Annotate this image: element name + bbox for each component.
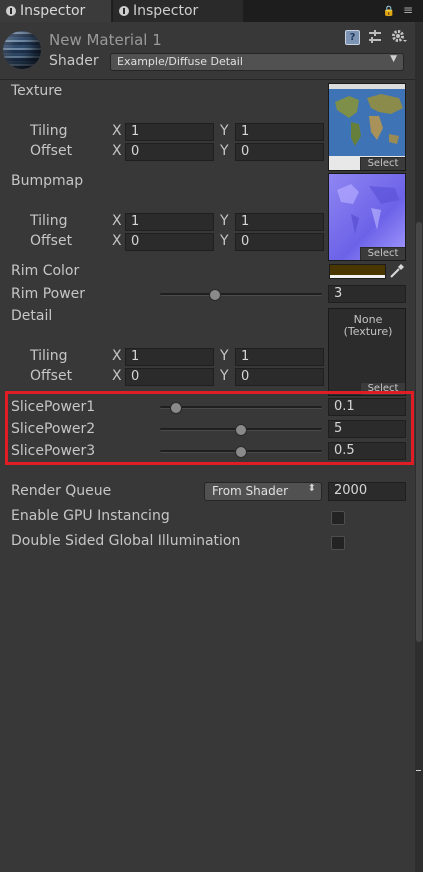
texture-select-button[interactable]: Select bbox=[360, 157, 405, 170]
texture-offset-x-field[interactable]: 0 bbox=[125, 143, 214, 161]
detail-tiling-x-axis: X bbox=[112, 348, 122, 364]
texture-offset-y-field[interactable]: 0 bbox=[235, 143, 324, 161]
eyedropper-icon[interactable] bbox=[389, 263, 405, 279]
menu-icon[interactable]: ≡ bbox=[403, 3, 413, 17]
scrollbar-marker bbox=[416, 770, 421, 771]
texture-label: Texture bbox=[11, 83, 63, 99]
bumpmap-tiling-label: Tiling bbox=[30, 213, 68, 229]
info-icon bbox=[6, 6, 16, 16]
detail-offset-y-field[interactable]: 0 bbox=[235, 368, 324, 386]
bumpmap-offset-y-field[interactable]: 0 bbox=[235, 233, 324, 251]
rim-color-swatch[interactable] bbox=[329, 264, 386, 279]
gear-icon[interactable] bbox=[391, 29, 407, 45]
detail-label: Detail bbox=[11, 308, 53, 324]
tab-inspector-active[interactable]: Inspector bbox=[0, 0, 112, 22]
texture-tiling-x-axis: X bbox=[112, 123, 122, 139]
detail-tiling-label: Tiling bbox=[30, 348, 68, 364]
detail-offset-x-axis: X bbox=[112, 368, 122, 384]
double-sided-gi-label: Double Sided Global Illumination bbox=[11, 533, 241, 549]
render-queue-field[interactable]: 2000 bbox=[328, 482, 406, 501]
gpu-instancing-checkbox[interactable] bbox=[331, 511, 345, 525]
rim-power-slider-track[interactable] bbox=[160, 293, 322, 296]
bumpmap-thumbnail[interactable]: Select bbox=[328, 173, 406, 261]
bumpmap-tiling-y-axis: Y bbox=[220, 213, 229, 229]
window-controls: 🔒 ≡ bbox=[383, 3, 413, 17]
material-name: New Material 1 bbox=[49, 31, 162, 49]
detail-tiling-y-field[interactable]: 1 bbox=[235, 348, 324, 366]
texture-offset-x-axis: X bbox=[112, 143, 122, 159]
tab-label: Inspector bbox=[20, 3, 86, 19]
bumpmap-label: Bumpmap bbox=[11, 173, 84, 189]
highlight-box bbox=[5, 391, 414, 465]
shader-value: Example/Diffuse Detail bbox=[117, 55, 243, 68]
bumpmap-offset-x-axis: X bbox=[112, 233, 122, 249]
tab-inspector[interactable]: Inspector bbox=[113, 0, 243, 22]
rim-power-slider-knob[interactable] bbox=[209, 289, 222, 301]
shader-dropdown[interactable]: Example/Diffuse Detail ▼ bbox=[110, 53, 404, 71]
spinner-arrows-icon: ⬍ bbox=[307, 483, 316, 494]
detail-empty-texture: (Texture) bbox=[343, 325, 393, 338]
texture-tiling-y-field[interactable]: 1 bbox=[235, 123, 324, 141]
rim-color-label: Rim Color bbox=[11, 263, 80, 279]
bumpmap-tiling-x-axis: X bbox=[112, 213, 122, 229]
render-queue-dropdown[interactable]: From Shader ⬍ bbox=[204, 482, 322, 501]
rim-power-field[interactable]: 3 bbox=[328, 285, 406, 303]
material-preview-sphere bbox=[3, 31, 41, 69]
lock-icon[interactable]: 🔒 bbox=[383, 6, 395, 17]
header-divider bbox=[0, 79, 415, 80]
bumpmap-select-button[interactable]: Select bbox=[360, 247, 405, 260]
double-sided-gi-checkbox[interactable] bbox=[331, 536, 345, 550]
info-icon bbox=[119, 6, 129, 16]
detail-thumbnail[interactable]: None (Texture) Select bbox=[328, 308, 406, 396]
texture-tiling-x-field[interactable]: 1 bbox=[125, 123, 214, 141]
bumpmap-offset-label: Offset bbox=[30, 233, 73, 249]
rim-power-label: Rim Power bbox=[11, 286, 86, 302]
bumpmap-offset-y-axis: Y bbox=[220, 233, 229, 249]
chevron-down-icon: ▼ bbox=[390, 54, 397, 64]
bumpmap-offset-x-field[interactable]: 0 bbox=[125, 233, 214, 251]
detail-offset-label: Offset bbox=[30, 368, 73, 384]
render-queue-dropdown-value: From Shader bbox=[212, 484, 289, 498]
bumpmap-tiling-x-field[interactable]: 1 bbox=[125, 213, 214, 231]
detail-tiling-y-axis: Y bbox=[220, 348, 229, 364]
texture-tiling-label: Tiling bbox=[30, 123, 68, 139]
help-icon[interactable]: ? bbox=[345, 30, 360, 45]
settings-sliders-icon[interactable] bbox=[368, 30, 382, 44]
texture-tiling-y-axis: Y bbox=[220, 123, 229, 139]
bumpmap-tiling-y-field[interactable]: 1 bbox=[235, 213, 324, 231]
scrollbar-thumb[interactable] bbox=[416, 222, 422, 642]
texture-offset-y-axis: Y bbox=[220, 143, 229, 159]
gpu-instancing-label: Enable GPU Instancing bbox=[11, 508, 170, 524]
detail-tiling-x-field[interactable]: 1 bbox=[125, 348, 214, 366]
render-queue-label: Render Queue bbox=[11, 483, 112, 499]
texture-thumbnail[interactable]: Select bbox=[328, 83, 406, 171]
detail-offset-y-axis: Y bbox=[220, 368, 229, 384]
shader-label: Shader bbox=[49, 53, 99, 69]
texture-offset-label: Offset bbox=[30, 143, 73, 159]
detail-offset-x-field[interactable]: 0 bbox=[125, 368, 214, 386]
tab-label: Inspector bbox=[133, 3, 199, 19]
